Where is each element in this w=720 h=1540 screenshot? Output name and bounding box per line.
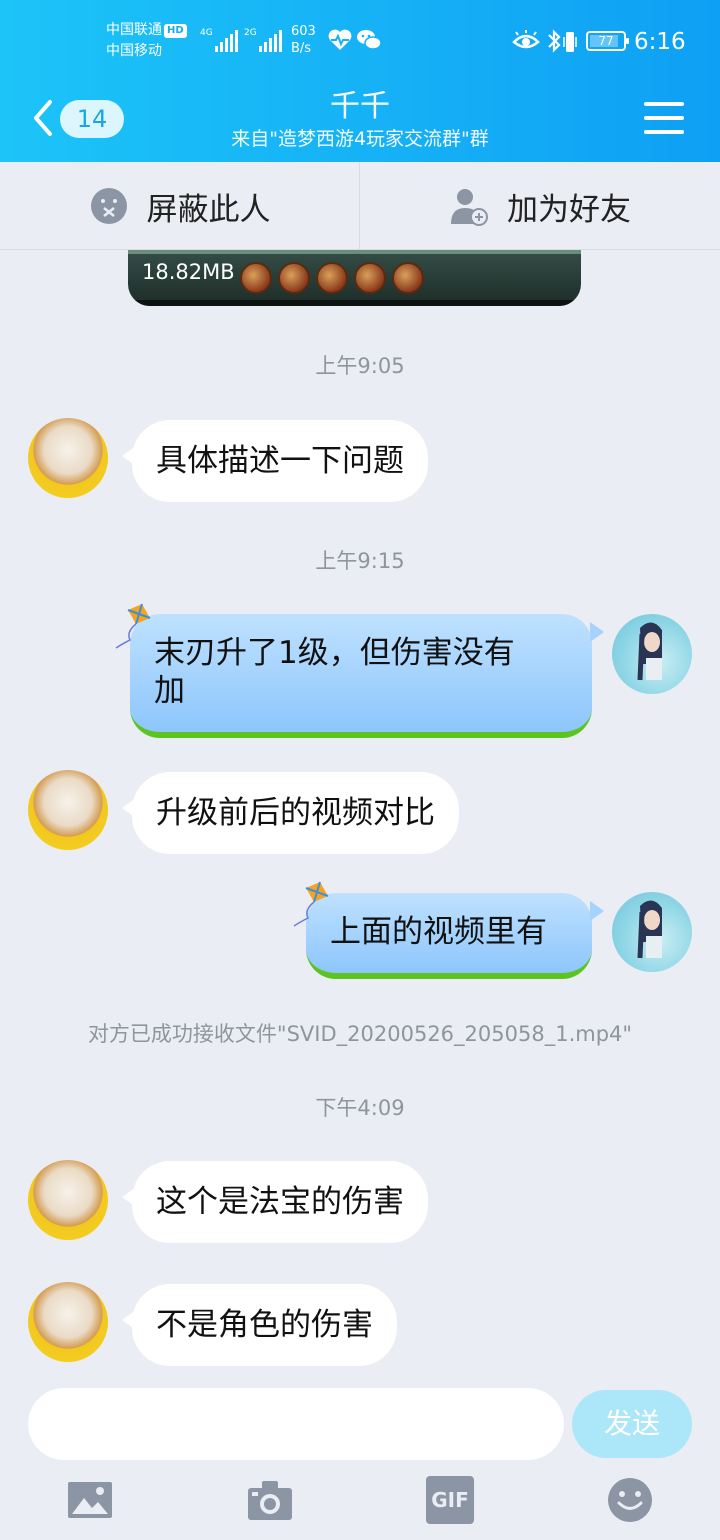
timestamp: 上午9:15 xyxy=(315,549,405,573)
wechat-icon xyxy=(357,30,382,50)
my-avatar[interactable] xyxy=(612,892,692,972)
incoming-message[interactable]: 这个是法宝的伤害 xyxy=(122,1161,428,1243)
block-user-label: 屏蔽此人 xyxy=(146,191,271,228)
kite-icon xyxy=(293,881,329,927)
bluetooth-icon xyxy=(548,29,561,53)
outgoing-message[interactable]: 末刃升了1级，但伤害没有 加 xyxy=(130,614,604,738)
incoming-message[interactable]: 升级前后的视频对比 xyxy=(122,772,459,854)
timestamp: 上午9:05 xyxy=(315,354,405,378)
signal-2g-icon: 2G xyxy=(244,28,284,52)
add-friend-button[interactable]: 加为好友 xyxy=(360,162,720,250)
chat-subtitle: 来自"造梦西游4玩家交流群"群 xyxy=(231,128,489,150)
hd-badge: HD xyxy=(164,24,187,38)
incoming-message[interactable]: 具体描述一下问题 xyxy=(122,420,428,502)
kite-icon xyxy=(115,603,151,649)
network-speed: 603 B/s xyxy=(291,24,316,56)
clock: 6:16 xyxy=(634,29,686,55)
eye-comfort-icon xyxy=(512,30,540,49)
message-line: 加 xyxy=(154,673,185,709)
signal-4g-icon: 4G xyxy=(200,28,240,52)
gif-icon[interactable]: GIF xyxy=(426,1476,474,1524)
sender-avatar[interactable] xyxy=(28,770,108,850)
sender-avatar[interactable] xyxy=(28,1282,108,1362)
incoming-message[interactable]: 不是角色的伤害 xyxy=(122,1284,397,1366)
message-line: 末刃升了1级，但伤害没有 xyxy=(154,635,515,671)
carrier-1: 中国联通 xyxy=(106,22,162,38)
stranger-action-bar: 屏蔽此人 加为好友 xyxy=(0,162,720,250)
avatar-girl-image xyxy=(637,622,662,681)
image-icon[interactable] xyxy=(66,1476,114,1524)
video-thumbnail-detail xyxy=(240,262,272,294)
chat-header: 中国联通 HD 中国移动 4G 2G 603 B/s 77 6:16 14 千千… xyxy=(0,0,720,162)
emoji-icon[interactable] xyxy=(606,1476,654,1524)
add-friend-label: 加为好友 xyxy=(507,191,631,228)
block-icon xyxy=(90,188,127,224)
block-user-button[interactable]: 屏蔽此人 xyxy=(0,162,360,250)
camera-icon[interactable] xyxy=(246,1476,294,1524)
carrier-info: 中国联通 HD 中国移动 xyxy=(106,20,187,62)
message-input[interactable] xyxy=(28,1388,564,1460)
my-avatar[interactable] xyxy=(612,614,692,694)
timestamp: 下午4:09 xyxy=(315,1096,405,1120)
sender-avatar[interactable] xyxy=(28,418,108,498)
status-bar: 中国联通 HD 中国移动 4G 2G 603 B/s 77 6:16 xyxy=(0,0,720,80)
battery-level: 77 xyxy=(598,34,614,48)
file-received-notice: 对方已成功接收文件"SVID_20200526_205058_1.mp4" xyxy=(87,1022,633,1046)
video-file-size: 18.82MB xyxy=(142,260,235,284)
add-friend-icon xyxy=(451,189,488,226)
menu-icon[interactable] xyxy=(642,98,686,138)
carrier-2: 中国移动 xyxy=(106,43,162,59)
avatar-girl-image xyxy=(637,900,662,959)
battery-icon: 77 xyxy=(586,31,629,51)
send-button[interactable]: 发送 xyxy=(572,1390,692,1458)
chat-title: 千千 xyxy=(330,89,390,124)
sender-avatar[interactable] xyxy=(28,1160,108,1240)
heart-rate-icon xyxy=(328,29,352,50)
vibrate-icon xyxy=(563,32,577,52)
outgoing-message[interactable]: 上面的视频里有 xyxy=(306,893,604,979)
